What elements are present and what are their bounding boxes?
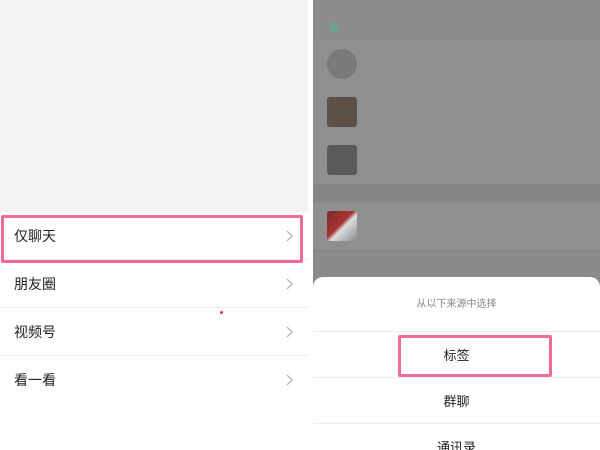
menu-item-top-stories[interactable]: 看一看 — [0, 356, 308, 404]
menu-item-label: 仅聊天 — [14, 228, 56, 245]
chevron-right-icon — [286, 230, 293, 241]
chevron-right-icon — [286, 278, 293, 289]
red-dot-marker — [220, 311, 223, 314]
section-marker-icon: ■ — [329, 22, 339, 33]
avatar — [327, 145, 357, 175]
option-tags[interactable]: 标签 — [313, 331, 600, 376]
source-select-sheet: 从以下来源中选择 标签 群聊 通讯录 — [313, 277, 600, 450]
left-settings-panel: 仅聊天 朋友圈 视频号 看一看 — [0, 0, 308, 450]
menu-item-label: 视频号 — [14, 324, 56, 341]
option-label: 标签 — [443, 348, 470, 364]
chevron-right-icon — [286, 374, 293, 385]
chevron-right-icon — [286, 326, 293, 337]
menu-item-moments[interactable]: 朋友圈 — [0, 260, 308, 308]
dimmed-chat-row — [313, 40, 600, 89]
permission-list: 仅聊天 朋友圈 视频号 看一看 — [0, 212, 308, 404]
sheet-title: 从以下来源中选择 — [416, 299, 497, 310]
menu-item-chat-only[interactable]: 仅聊天 — [0, 212, 308, 260]
dimmed-header — [313, 0, 600, 40]
menu-item-label: 看一看 — [14, 372, 56, 389]
dimmed-chat-row — [313, 136, 600, 185]
list-footer-space — [0, 400, 308, 450]
option-group-chats[interactable]: 群聊 — [313, 377, 600, 422]
dimmed-chat-row — [313, 88, 600, 137]
dimmed-divider — [313, 184, 600, 202]
avatar — [327, 97, 357, 127]
avatar — [327, 211, 357, 241]
right-select-panel: ■ 从以下来源中选择 标签 群聊 通讯录 — [313, 0, 600, 450]
option-contacts[interactable]: 通讯录 — [313, 423, 600, 450]
dimmed-chat-row — [313, 202, 600, 251]
menu-item-channels[interactable]: 视频号 — [0, 308, 308, 356]
avatar — [327, 49, 357, 79]
option-label: 通讯录 — [436, 440, 476, 450]
option-label: 群聊 — [443, 394, 470, 410]
menu-item-label: 朋友圈 — [14, 276, 56, 293]
